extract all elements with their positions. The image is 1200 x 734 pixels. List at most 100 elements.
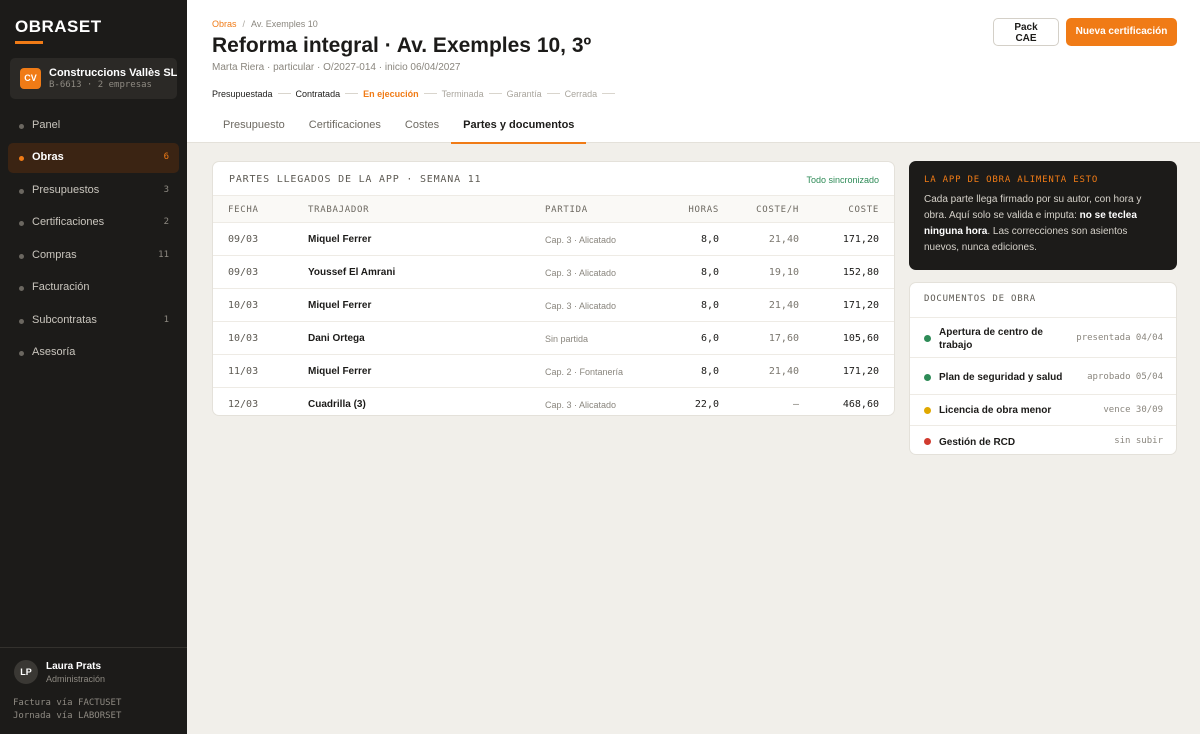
cell-part: Cap. 3 · Alicatado — [545, 301, 617, 311]
cell-hours: 8,0 — [700, 267, 719, 278]
tab-bar: Presupuesto Certificaciones Costes Partes y… — [211, 112, 587, 144]
status-dot-icon — [924, 374, 931, 381]
sidebar-item-certificaciones[interactable]: Certificaciones 2 — [8, 208, 179, 238]
nav-dot-icon — [19, 319, 24, 324]
breadcrumb-current: Av. Exemples 10 — [251, 19, 318, 29]
page-header: Obras / Av. Exemples 10 Reforma integral ·… — [187, 0, 1200, 144]
sidebar-item-panel[interactable]: Panel — [8, 111, 179, 141]
cell-rate: 19,10 — [768, 267, 799, 278]
cell-rate: 21,40 — [768, 366, 799, 377]
tab-costes[interactable]: Costes — [393, 112, 451, 143]
sidebar-item-label: Facturación — [32, 281, 90, 293]
company-badge: CV — [20, 68, 41, 89]
cell-worker: Miquel Ferrer — [308, 366, 372, 377]
pack-button-line1: Pack — [1014, 22, 1038, 33]
logo-underline — [15, 41, 43, 44]
sidebar-item-count: 11 — [158, 250, 169, 260]
pack-cae-button[interactable]: Pack CAE — [993, 18, 1059, 46]
sidebar-item-count: 1 — [163, 315, 169, 325]
cell-cost: 171,20 — [842, 234, 879, 245]
sidebar-item-asesoria[interactable]: Asesoría — [8, 338, 179, 368]
project-stages: Presupuestada Contratada En ejecución Termi… — [212, 88, 620, 100]
col-trabajador: TRABAJADOR — [308, 205, 370, 215]
tab-certificaciones[interactable]: Certificaciones — [297, 112, 393, 143]
sidebar-item-count: 6 — [163, 152, 169, 162]
cell-worker: Miquel Ferrer — [308, 234, 372, 245]
company-name: Construccions Vallès SL — [49, 67, 178, 79]
cell-part: Sin partida — [545, 334, 589, 344]
cell-hours: 8,0 — [700, 366, 719, 377]
stage-en-ejecucion: En ejecución — [363, 88, 419, 99]
tab-presupuesto[interactable]: Presupuesto — [211, 112, 297, 143]
avatar[interactable]: LP — [14, 660, 38, 684]
document-status: vence 30/09 — [1103, 405, 1163, 415]
stage-terminada: Terminada — [441, 88, 484, 99]
new-certification-button[interactable]: Nueva certificación — [1066, 18, 1177, 46]
col-coste: COSTE — [848, 205, 879, 215]
cell-date: 10/03 — [228, 333, 259, 344]
col-fecha: FECHA — [228, 205, 259, 215]
documents-card: DOCUMENTOS DE OBRA Apertura de centro de… — [909, 282, 1177, 455]
cell-cost: 171,20 — [842, 366, 879, 377]
cell-worker: Miquel Ferrer — [308, 300, 372, 311]
status-dot-icon — [924, 335, 931, 342]
nav-dot-icon — [19, 351, 24, 356]
table-row[interactable]: 10/03 Dani Ortega Sin partida 6,0 17,60 … — [213, 322, 894, 355]
sidebar-item-compras[interactable]: Compras 11 — [8, 241, 179, 271]
cell-hours: 22,0 — [694, 399, 719, 410]
app-logo: OBRASET — [15, 17, 102, 36]
cell-date: 09/03 — [228, 267, 259, 278]
document-item[interactable]: Apertura de centro de trabajo presentada… — [910, 317, 1176, 357]
sidebar-item-presupuestos[interactable]: Presupuestos 3 — [8, 176, 179, 206]
table-row[interactable]: 09/03 Miquel Ferrer Cap. 3 · Alicatado 8… — [213, 223, 894, 256]
cell-date: 09/03 — [228, 234, 259, 245]
cell-date: 10/03 — [228, 300, 259, 311]
table-row[interactable]: 09/03 Youssef El Amrani Cap. 3 · Alicata… — [213, 256, 894, 289]
sidebar-item-obras[interactable]: Obras 6 — [8, 143, 179, 173]
cell-rate: 21,40 — [768, 234, 799, 245]
sync-status: Todo sincronizado — [806, 175, 879, 185]
nav-dot-icon — [19, 286, 24, 291]
document-status: presentada 04/04 — [1076, 333, 1163, 343]
document-item[interactable]: Gestión de RCD sin subir — [910, 425, 1176, 455]
stage-cerrada: Cerrada — [564, 88, 598, 99]
cell-worker: Dani Ortega — [308, 333, 365, 344]
user-name: Laura Prats — [46, 661, 102, 672]
document-item[interactable]: Licencia de obra menor vence 30/09 — [910, 394, 1176, 425]
sidebar-item-label: Asesoría — [32, 346, 76, 358]
sidebar-item-label: Certificaciones — [32, 216, 105, 228]
pack-button-line2: CAE — [1015, 33, 1037, 44]
page-title: Reforma integral · Av. Exemples 10, 3º — [212, 34, 592, 57]
table-row[interactable]: 12/03 Cuadrilla (3) Cap. 3 · Alicatado 2… — [213, 388, 894, 421]
cell-cost: 468,60 — [842, 399, 879, 410]
col-coste-h: COSTE/H — [756, 205, 799, 215]
breadcrumb-root-link[interactable]: Obras — [212, 19, 237, 29]
stage-connector — [277, 93, 291, 95]
sidebar-item-label: Compras — [32, 249, 77, 261]
sidebar-item-subcontratas[interactable]: Subcontratas 1 — [8, 306, 179, 336]
footer-schedule-note: Jornada vía LABORSET — [13, 711, 122, 721]
document-name: Apertura de centro de trabajo — [939, 327, 1043, 351]
sidebar-item-label: Obras — [32, 151, 64, 163]
document-item[interactable]: Plan de seguridad y salud aprobado 05/04 — [910, 357, 1176, 395]
tab-partes-y-documentos[interactable]: Partes y documentos — [451, 112, 587, 144]
cell-part: Cap. 3 · Alicatado — [545, 268, 617, 278]
company-switcher[interactable]: CV Construccions Vallès SL B-6613 · 2 em… — [10, 58, 177, 99]
cell-hours: 6,0 — [700, 333, 719, 344]
cell-part: Cap. 3 · Alicatado — [545, 235, 617, 245]
table-row[interactable]: 10/03 Miquel Ferrer Cap. 3 · Alicatado 8… — [213, 289, 894, 322]
table-header: FECHA TRABAJADOR PARTIDA HORAS COSTE/H C… — [213, 195, 894, 223]
nav-dot-icon — [19, 254, 24, 259]
cell-date: 12/03 — [228, 399, 259, 410]
sidebar-item-facturacion[interactable]: Facturación — [8, 273, 179, 303]
status-dot-icon — [924, 407, 931, 414]
document-name: Gestión de RCD — [939, 437, 1016, 448]
sidebar-item-count: 3 — [163, 185, 169, 195]
stage-connector — [345, 93, 359, 95]
stage-connector — [602, 93, 616, 95]
cell-cost: 105,60 — [842, 333, 879, 344]
cell-hours: 8,0 — [700, 234, 719, 245]
document-name: Plan de seguridad y salud — [939, 372, 1063, 383]
user-role: Administración — [46, 674, 106, 684]
table-row[interactable]: 11/03 Miquel Ferrer Cap. 2 · Fontanería … — [213, 355, 894, 388]
